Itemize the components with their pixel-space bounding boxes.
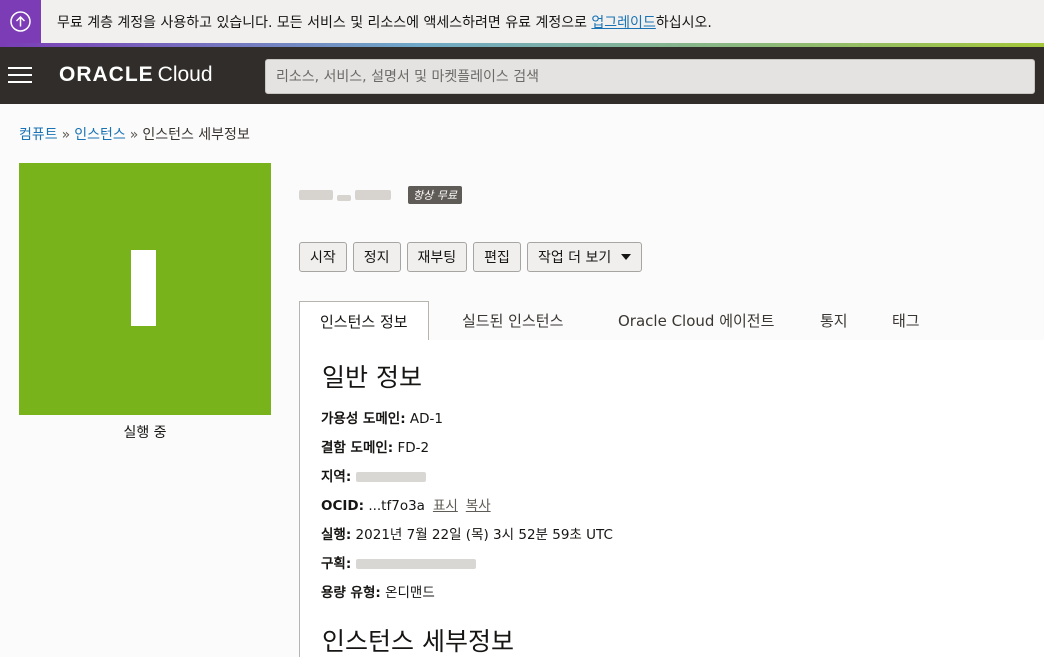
field-label: 결함 도메인: <box>321 440 394 456</box>
tab-cloud-agent[interactable]: Oracle Cloud 에이전트 <box>618 301 774 341</box>
field-value: 온디맨드 <box>385 585 435 601</box>
field-label: 용량 유형: <box>321 585 381 601</box>
general-info-heading: 일반 정보 <box>322 363 422 392</box>
field-label: 지역: <box>321 469 352 485</box>
upgrade-banner: 무료 계층 계정을 사용하고 있습니다. 모든 서비스 및 리소스에 액세스하려… <box>0 0 1044 43</box>
ocid-copy-link[interactable]: 복사 <box>466 498 491 514</box>
caret-down-icon <box>621 254 632 260</box>
instance-initial-glyph <box>131 250 156 326</box>
field-value: FD-2 <box>397 440 430 456</box>
breadcrumb-instances[interactable]: 인스턴스 <box>74 127 126 143</box>
top-header: ORACLE Cloud <box>0 47 1044 104</box>
breadcrumb-separator: » <box>61 127 71 143</box>
always-free-badge: 항상 무료 <box>408 186 462 204</box>
oracle-cloud-logo[interactable]: ORACLE Cloud <box>59 63 213 87</box>
more-actions-button[interactable]: 작업 더 보기 <box>526 242 643 272</box>
field-value: AD-1 <box>409 411 444 427</box>
menu-icon[interactable] <box>8 67 33 84</box>
logo-cloud-text: Cloud <box>157 63 213 86</box>
upgrade-link[interactable]: 업그레이드 <box>591 15 655 31</box>
field-label: 가용성 도메인: <box>321 411 406 427</box>
more-actions-label: 작업 더 보기 <box>537 250 612 266</box>
launched-field: 실행: 2021년 7월 22일 (목) 3시 52분 59초 UTC <box>321 523 613 543</box>
instance-details-heading: 인스턴스 세부정보 <box>322 627 514 656</box>
breadcrumb: 컴퓨트» 인스턴스» 인스턴스 세부정보 <box>19 124 250 144</box>
field-label: 구획: <box>321 556 352 572</box>
field-label: OCID: <box>321 498 365 514</box>
field-value: 2021년 7월 22일 (목) 3시 52분 59초 UTC <box>355 527 613 543</box>
ocid-field: OCID: ...tf7o3a 표시 복사 <box>321 494 491 514</box>
edit-button[interactable]: 편집 <box>473 242 521 272</box>
upgrade-arrow-icon <box>0 0 41 43</box>
region-field: 지역: <box>321 465 426 485</box>
instance-info-panel: 일반 정보 가용성 도메인: AD-1 결함 도메인: FD-2 지역: OCI… <box>299 340 1044 657</box>
breadcrumb-separator: » <box>129 127 139 143</box>
compartment-field: 구획: <box>321 552 476 572</box>
breadcrumb-current: 인스턴스 세부정보 <box>142 127 250 143</box>
logo-oracle-text: ORACLE <box>59 63 154 86</box>
stop-button[interactable]: 정지 <box>352 242 401 272</box>
breadcrumb-compute[interactable]: 컴퓨트 <box>19 127 58 143</box>
search-input[interactable] <box>265 59 1035 94</box>
instance-tabs: 인스턴스 정보 실드된 인스턴스 Oracle Cloud 에이전트 통지 태그 <box>299 301 1044 341</box>
compartment-value-redacted <box>355 559 476 569</box>
tab-instance-info[interactable]: 인스턴스 정보 <box>299 301 429 341</box>
banner-text-after: 하십시오. <box>655 15 712 31</box>
tab-shielded-instance[interactable]: 실드된 인스턴스 <box>462 301 563 341</box>
availability-domain-field: 가용성 도메인: AD-1 <box>321 407 443 427</box>
fault-domain-field: 결함 도메인: FD-2 <box>321 436 429 456</box>
region-value-redacted <box>355 472 426 482</box>
instance-name-redacted <box>299 182 393 206</box>
instance-status-tile <box>19 163 271 415</box>
reboot-button[interactable]: 재부팅 <box>406 242 468 272</box>
capacity-type-field: 용량 유형: 온디맨드 <box>321 581 435 601</box>
banner-text-before: 무료 계층 계정을 사용하고 있습니다. 모든 서비스 및 리소스에 액세스하려… <box>57 15 592 31</box>
instance-status-label: 실행 중 <box>123 425 167 441</box>
tab-notifications[interactable]: 통지 <box>820 301 848 341</box>
start-button[interactable]: 시작 <box>299 242 347 272</box>
banner-message: 무료 계층 계정을 사용하고 있습니다. 모든 서비스 및 리소스에 액세스하려… <box>57 12 712 32</box>
field-value: ...tf7o3a <box>368 498 425 514</box>
ocid-show-link[interactable]: 표시 <box>433 498 458 514</box>
field-label: 실행: <box>321 527 352 543</box>
action-toolbar: 시작 정지 재부팅 편집 작업 더 보기 <box>299 242 643 272</box>
tab-tags[interactable]: 태그 <box>892 301 920 341</box>
